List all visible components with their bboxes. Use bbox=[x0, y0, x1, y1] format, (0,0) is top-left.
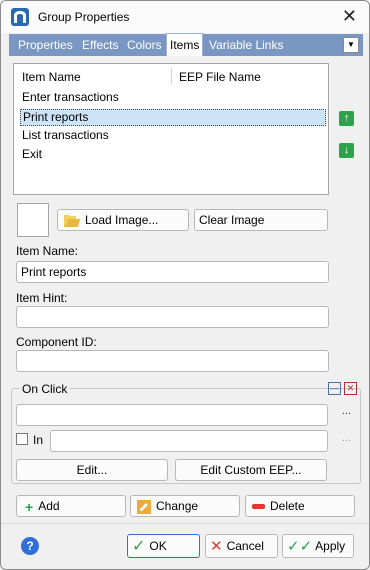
edit-custom-eep-button[interactable]: Edit Custom EEP... bbox=[175, 459, 327, 481]
list-header: Item Name EEP File Name bbox=[14, 64, 328, 88]
minus-icon bbox=[252, 504, 265, 510]
column-separator[interactable] bbox=[171, 68, 172, 84]
item-name-field[interactable]: Print reports bbox=[16, 261, 329, 283]
edit-button[interactable]: Edit... bbox=[16, 459, 168, 481]
check-icon: ✓ bbox=[132, 537, 146, 555]
edit-pencil-icon bbox=[137, 499, 151, 514]
change-button[interactable]: Change bbox=[130, 495, 240, 517]
on-click-action-field[interactable] bbox=[16, 404, 328, 426]
list-item[interactable]: Exit bbox=[20, 147, 326, 164]
close-icon[interactable]: ✕ bbox=[342, 6, 357, 27]
change-label: Change bbox=[156, 499, 199, 513]
remove-icon[interactable]: ✕ bbox=[344, 382, 357, 395]
ok-label: OK bbox=[149, 539, 167, 553]
tab-colors[interactable]: Colors bbox=[124, 34, 165, 56]
title-bar: Group Properties ✕ bbox=[1, 1, 369, 33]
cancel-button[interactable]: ✕ Cancel bbox=[205, 534, 278, 558]
in-field[interactable] bbox=[50, 430, 328, 452]
move-down-icon[interactable]: ↓ bbox=[339, 143, 354, 158]
tab-properties[interactable]: Properties bbox=[15, 34, 76, 56]
group-properties-dialog: Group Properties ✕ Properties Effects Co… bbox=[0, 0, 370, 570]
component-id-field[interactable] bbox=[16, 350, 329, 372]
clear-image-button[interactable]: Clear Image bbox=[194, 209, 328, 231]
tab-strip: Properties Effects Colors Items Variable… bbox=[9, 33, 363, 56]
item-hint-field[interactable] bbox=[16, 306, 329, 328]
add-button[interactable]: + Add bbox=[16, 495, 126, 517]
tab-overflow-dropdown[interactable]: ▼ bbox=[343, 37, 359, 53]
move-up-icon[interactable]: ↑ bbox=[339, 111, 354, 126]
column-eep-file-name[interactable]: EEP File Name bbox=[179, 70, 261, 84]
load-image-label: Load Image... bbox=[85, 213, 159, 227]
plus-icon: + bbox=[25, 498, 34, 515]
in-browse-button[interactable]: ... bbox=[342, 432, 351, 444]
cancel-x-icon: ✕ bbox=[210, 537, 223, 555]
help-icon[interactable]: ? bbox=[21, 537, 39, 555]
in-checkbox[interactable] bbox=[16, 433, 28, 445]
item-hint-label: Item Hint: bbox=[16, 291, 68, 305]
list-item[interactable]: List transactions bbox=[20, 128, 326, 145]
footer-divider bbox=[1, 523, 369, 524]
minimize-icon[interactable]: — bbox=[328, 382, 341, 395]
component-id-label: Component ID: bbox=[16, 335, 97, 349]
item-name-label: Item Name: bbox=[16, 244, 79, 258]
apply-button[interactable]: ✓✓ Apply bbox=[282, 534, 354, 558]
load-image-button[interactable]: Load Image... bbox=[57, 209, 189, 231]
image-preview bbox=[17, 203, 49, 237]
delete-button[interactable]: Delete bbox=[245, 495, 355, 517]
tab-variable-links[interactable]: Variable Links bbox=[206, 34, 286, 56]
column-item-name[interactable]: Item Name bbox=[22, 70, 81, 84]
apply-label: Apply bbox=[315, 539, 346, 553]
add-label: Add bbox=[38, 499, 60, 513]
tab-effects[interactable]: Effects bbox=[79, 34, 121, 56]
double-check-icon: ✓✓ bbox=[287, 537, 313, 555]
list-item[interactable]: Enter transactions bbox=[20, 90, 326, 107]
cancel-label: Cancel bbox=[226, 539, 264, 553]
list-item-selected[interactable]: Print reports bbox=[20, 109, 326, 126]
delete-label: Delete bbox=[270, 499, 305, 513]
ok-button[interactable]: ✓ OK bbox=[127, 534, 200, 558]
tab-items[interactable]: Items bbox=[166, 33, 204, 56]
on-click-title: On Click bbox=[20, 382, 70, 396]
action-browse-button[interactable]: ... bbox=[342, 405, 351, 417]
window-title: Group Properties bbox=[38, 10, 130, 24]
folder-icon bbox=[64, 215, 80, 228]
items-listbox[interactable]: Item Name EEP File Name Enter transactio… bbox=[13, 63, 329, 195]
in-label: In bbox=[33, 433, 44, 447]
app-icon bbox=[11, 8, 29, 26]
